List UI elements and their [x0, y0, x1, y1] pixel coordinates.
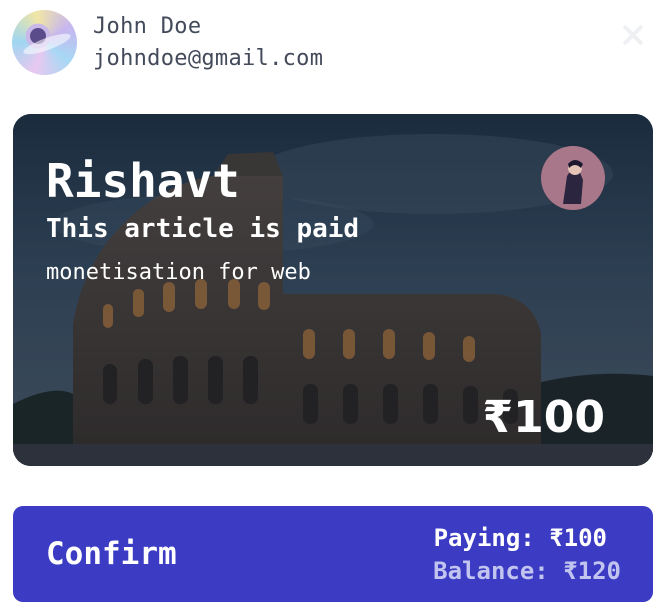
- confirm-button[interactable]: Confirm Paying: ₹100 Balance: ₹120: [13, 506, 653, 602]
- confirm-label: Confirm: [46, 536, 177, 572]
- close-icon[interactable]: [620, 22, 646, 48]
- paying-amount: Paying: ₹100: [433, 524, 607, 552]
- balance-amount: Balance: ₹120: [433, 557, 621, 585]
- author-avatar: [541, 146, 605, 210]
- paid-notice: This article is paid: [46, 214, 360, 244]
- author-avatar-image: [541, 146, 605, 210]
- user-email: johndoe@gmail.com: [93, 46, 324, 71]
- article-description: monetisation for web: [46, 260, 311, 285]
- author-name: Rishavt: [46, 154, 240, 208]
- article-card: Rishavt This article is paid monetisatio…: [13, 114, 653, 466]
- user-name: John Doe: [93, 14, 202, 39]
- user-header: John Doe johndoe@gmail.com: [12, 10, 652, 80]
- article-price: ₹100: [482, 392, 605, 443]
- user-avatar: [12, 10, 77, 75]
